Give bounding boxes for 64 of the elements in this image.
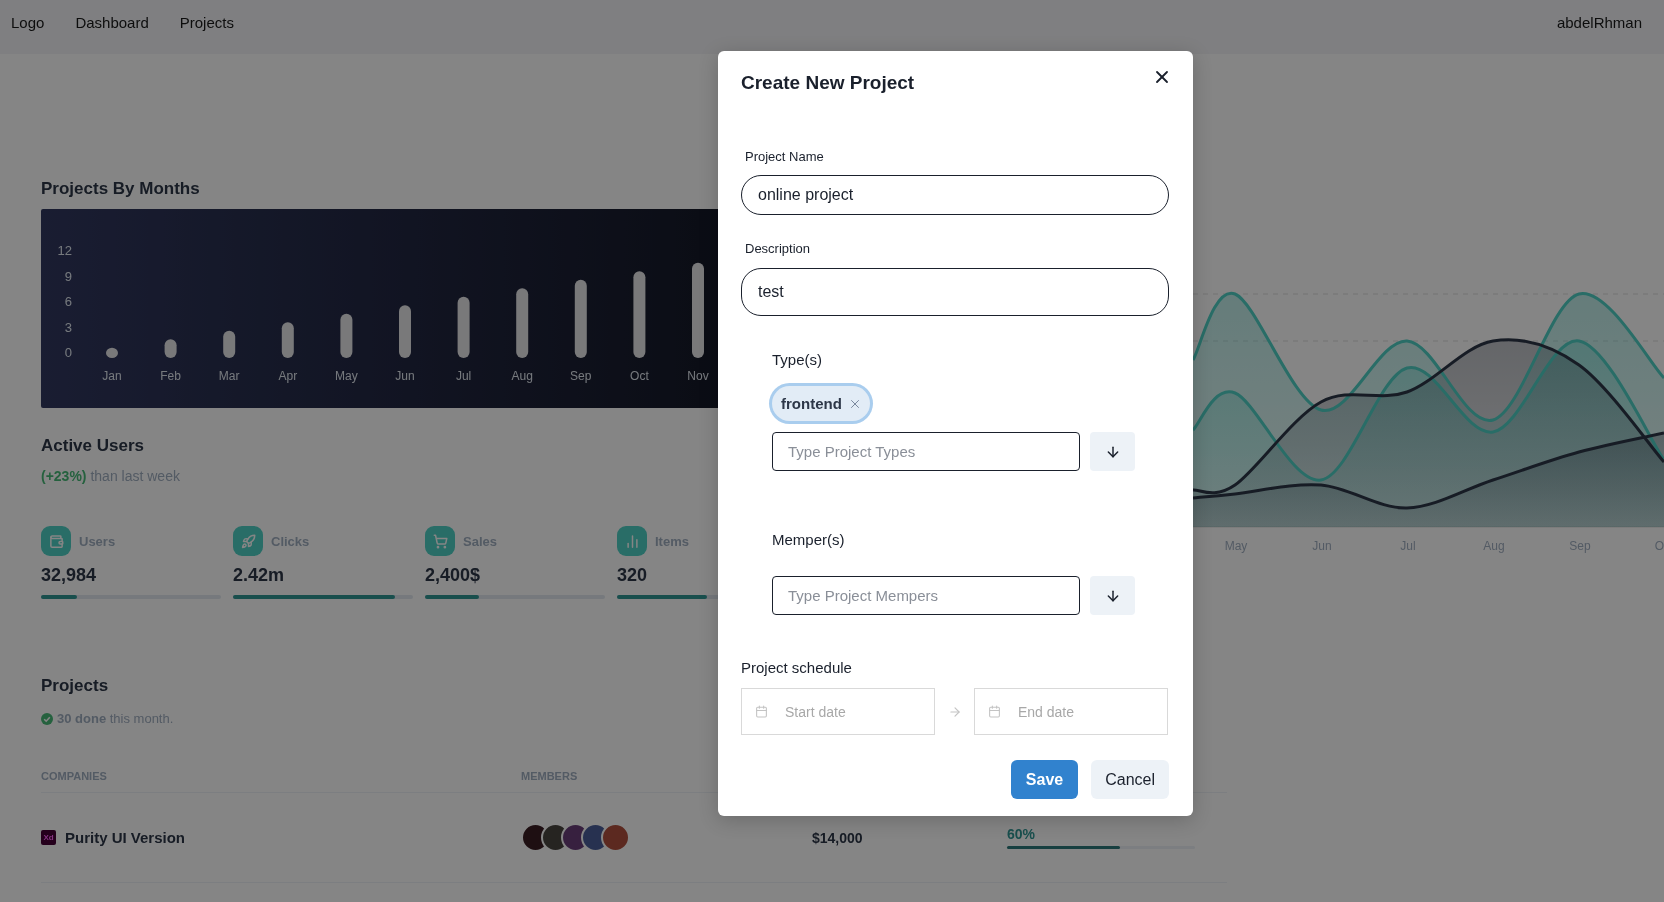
stat-value: 32,984 [41,565,98,586]
axis-tick-label: May [335,369,358,383]
cancel-button[interactable]: Cancel [1091,760,1169,799]
arrow-right-icon [947,704,962,719]
dropdown-button[interactable] [1090,432,1135,471]
cart-icon [425,526,455,556]
bar-chart-icon [617,526,647,556]
app-logo: Xd [41,830,56,845]
bar [106,347,118,358]
axis-tick-label: 9 [64,268,72,284]
field-label: Type(s) [772,351,823,369]
tag-chip[interactable]: frontend [772,386,870,421]
bar [399,305,411,358]
save-button[interactable]: Save [1010,760,1079,799]
date-input[interactable]: Start date [741,688,935,735]
axis-tick-label: Jul [455,369,472,383]
section-title: Active Users [41,435,145,457]
calendar-icon [988,705,1001,718]
field-label: Project schedule [741,659,853,677]
axis-tick-label: Sep [570,369,592,383]
axis-tick-label: Jun [395,369,415,383]
user-name: abdelRhman [1556,14,1642,31]
nav-link[interactable]: Projects [179,14,234,31]
date-input[interactable]: End date [974,688,1168,735]
budget-value: $14,000 [812,829,863,846]
axis-tick-label: Nov [687,369,709,383]
bar [223,330,236,358]
axis-tick-label: 0 [64,345,72,360]
field-label: Description [744,241,812,257]
company-name: Purity UI Version [65,829,186,846]
rocket-icon [233,526,263,556]
axis-tick-label: Feb [160,369,181,383]
bar [281,322,294,358]
text-input[interactable]: test [741,268,1169,316]
axis-tick-label: Jan [102,369,122,383]
axis-tick-label: 12 [57,243,72,258]
section-title: Projects [41,675,110,697]
bar [340,313,353,358]
check-circle-icon [41,712,53,725]
text-input[interactable]: Type Project Types [772,432,1080,471]
axis-tick-label: Aug [511,369,533,383]
section-title: Projects By Months [41,178,201,200]
wallet-icon [41,526,71,556]
text-input[interactable]: Type Project Mempers [772,576,1080,615]
bar [457,296,470,358]
bar [516,288,529,358]
field-label: Memper(s) [772,531,846,549]
bar [164,339,177,358]
nav-link[interactable]: Dashboard [75,14,149,31]
logo-text: Logo [11,14,45,31]
axis-tick-label: 3 [64,319,72,335]
field-label: Project Name [744,149,825,165]
stat-value: 2,400$ [425,565,482,586]
stat-value: 2.42m [233,565,286,586]
modal-title: Create New Project [741,71,915,95]
axis-tick-label: Oct [630,369,649,383]
text-input[interactable]: online project [741,175,1169,215]
dropdown-button[interactable] [1090,576,1135,615]
completion-percent: 60% [1007,826,1037,842]
axis-tick-label: 6 [64,294,72,309]
axis-tick-label: Apr [278,369,298,383]
calendar-icon [755,705,768,718]
axis-tick-label: Mar [218,369,240,383]
stat-value: 320 [617,565,649,586]
